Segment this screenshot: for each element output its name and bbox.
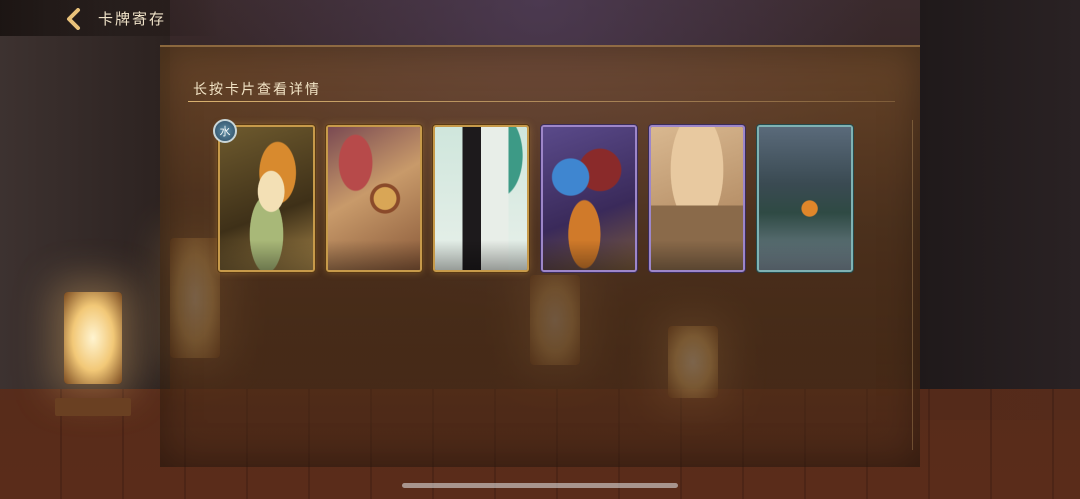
divider bbox=[188, 101, 895, 102]
stored-card-2[interactable] bbox=[326, 125, 422, 272]
stored-card-1[interactable] bbox=[218, 125, 315, 272]
card-shade bbox=[328, 240, 420, 270]
card-shade bbox=[543, 240, 635, 270]
stored-card-5[interactable] bbox=[649, 125, 745, 272]
chevron-left-icon bbox=[67, 8, 80, 30]
lantern-base bbox=[55, 398, 131, 416]
water-element-badge-icon: 水 bbox=[213, 119, 237, 143]
stored-card-6[interactable] bbox=[757, 125, 853, 272]
screen-title: 卡牌寄存 bbox=[98, 10, 167, 28]
card-shade bbox=[435, 240, 527, 270]
card-shade bbox=[220, 240, 313, 270]
stored-card-4[interactable] bbox=[541, 125, 637, 272]
card-shade bbox=[759, 240, 851, 270]
stored-card-3[interactable] bbox=[433, 125, 529, 272]
panel-edge bbox=[912, 120, 913, 450]
back-button[interactable] bbox=[60, 6, 88, 32]
lantern bbox=[64, 292, 122, 384]
card-shade bbox=[651, 240, 743, 270]
right-wall bbox=[920, 0, 1080, 420]
home-indicator[interactable] bbox=[402, 483, 678, 488]
panel-hint: 长按卡片查看详情 bbox=[193, 82, 321, 98]
